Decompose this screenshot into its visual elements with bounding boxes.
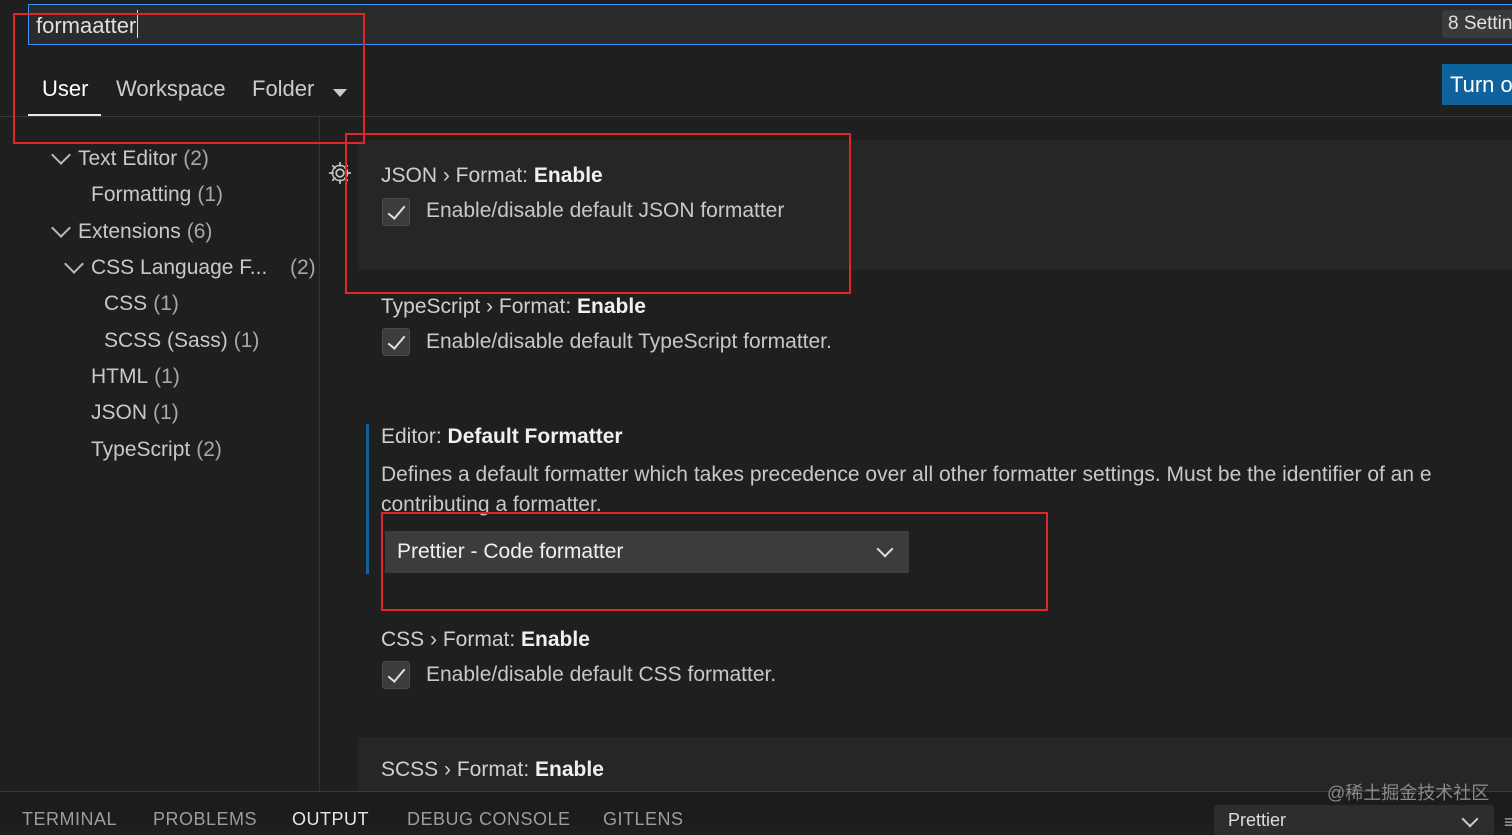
turn-on-sync-button[interactable]: Turn o	[1442, 64, 1512, 105]
toc-item-json[interactable]: JSON (1)	[91, 401, 179, 425]
panel-tab-problems[interactable]: PROBLEMS	[153, 809, 257, 830]
toc-item-css-language-features[interactable]: CSS Language F...	[91, 256, 267, 280]
setting-title-scss-format: SCSS › Format: Enable	[381, 758, 604, 781]
chevron-down-icon[interactable]	[51, 218, 71, 238]
setting-description: Defines a default formatter which takes …	[381, 463, 1432, 516]
setting-title-default-formatter: Editor: Default Formatter	[381, 425, 623, 448]
list-icon[interactable]: ≡	[1504, 812, 1512, 833]
results-count-badge: 8 Settin	[1442, 10, 1512, 38]
toc-item-html[interactable]: HTML (1)	[91, 365, 180, 389]
toc-divider	[319, 117, 320, 792]
panel-tab-gitlens[interactable]: GITLENS	[603, 809, 684, 830]
toc-item-css[interactable]: CSS (1)	[104, 292, 179, 316]
setting-title-typescript-format: TypeScript › Format: Enable	[381, 295, 646, 318]
toc-item-formatting[interactable]: Formatting (1)	[91, 183, 223, 207]
css-format-checkbox[interactable]	[382, 661, 410, 689]
select-value: Prettier	[1228, 810, 1287, 830]
typescript-format-checkbox[interactable]	[382, 328, 410, 356]
output-channel-select[interactable]: Prettier	[1214, 805, 1494, 835]
toc-item-text-editor[interactable]: Text Editor (2)	[78, 147, 209, 171]
toc-item-typescript[interactable]: TypeScript (2)	[91, 438, 222, 462]
panel-tab-terminal[interactable]: TERMINAL	[22, 809, 117, 830]
setting-description: Enable/disable default TypeScript format…	[426, 330, 832, 353]
annotation-box-json-setting	[345, 133, 851, 294]
annotation-box-formatter-select	[381, 512, 1048, 611]
setting-title-css-format: CSS › Format: Enable	[381, 628, 590, 651]
panel-tab-debug-console[interactable]: DEBUG CONSOLE	[407, 809, 571, 830]
toc-item-count: (2)	[290, 256, 316, 279]
modified-indicator	[366, 424, 369, 574]
watermark: @稀土掘金技术社区	[1327, 783, 1490, 803]
panel-tab-output[interactable]: OUTPUT	[292, 809, 369, 830]
toc-item-extensions[interactable]: Extensions (6)	[78, 220, 212, 244]
annotation-box-search-tabs	[13, 13, 365, 144]
setting-description: Enable/disable default CSS formatter.	[426, 663, 777, 686]
chevron-down-icon[interactable]	[51, 145, 71, 165]
chevron-down-icon[interactable]	[64, 254, 84, 274]
toc-item-scss[interactable]: SCSS (Sass) (1)	[104, 329, 259, 353]
